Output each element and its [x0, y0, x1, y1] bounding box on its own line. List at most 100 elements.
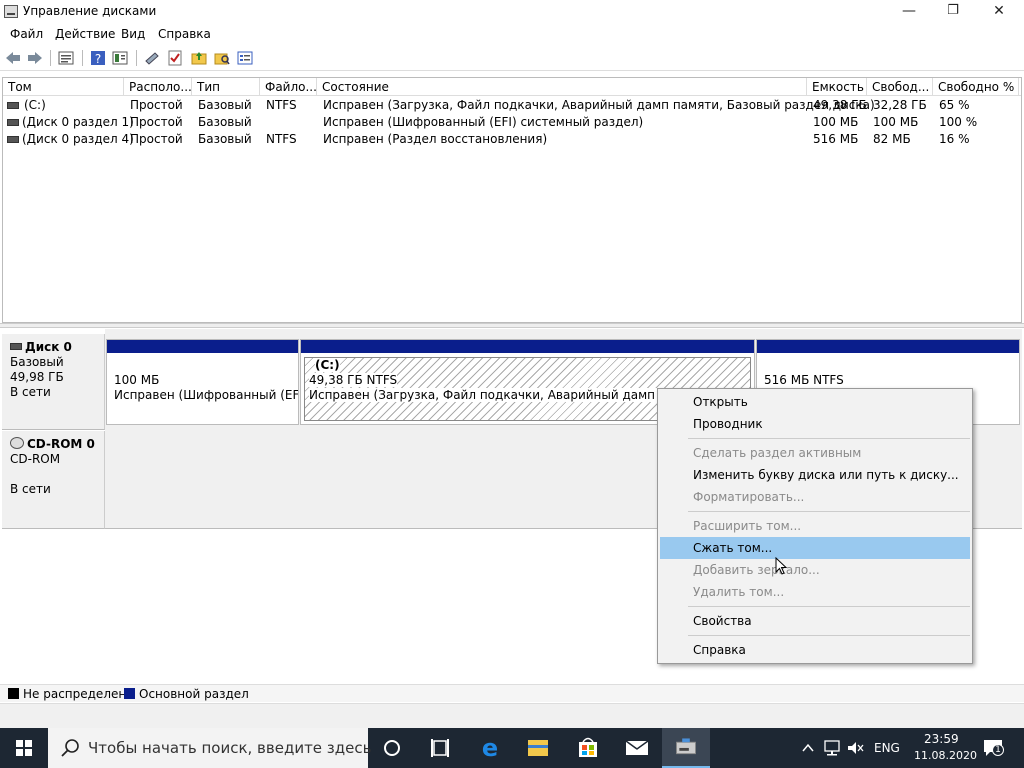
cdrom-0-label[interactable]: CD-ROM 0 CD-ROM В сети [2, 431, 105, 529]
maximize-button[interactable]: ❐ [930, 0, 976, 24]
legend: Не распределена Основной раздел [0, 684, 1024, 702]
network-icon[interactable] [822, 739, 842, 757]
column-header-free-space[interactable]: Свобод... [867, 78, 933, 96]
taskbar: Чтобы начать поиск, введите здесь e ENG … [0, 728, 1024, 768]
task-view-icon[interactable] [416, 728, 464, 768]
cell-percent-free: 16 % [939, 132, 970, 146]
close-button[interactable]: ✕ [976, 0, 1022, 24]
minimize-button[interactable]: — [886, 0, 932, 24]
primary-partition-bar [757, 340, 1019, 353]
file-explorer-icon[interactable] [514, 728, 562, 768]
volume-muted-icon[interactable] [846, 739, 866, 757]
cell-type: Базовый [198, 132, 252, 146]
folder-up-icon[interactable] [190, 49, 208, 67]
disk-management-icon [4, 5, 18, 18]
disk-0-label[interactable]: Диск 0 Базовый 49,98 ГБ В сети [2, 334, 105, 430]
column-header-filesystem[interactable]: Файло... [260, 78, 317, 96]
menu-item-open[interactable]: Открыть [660, 391, 970, 413]
connect-disk-icon[interactable] [143, 49, 161, 67]
partition-c-status: Исправен (Загрузка, Файл подкачки, Авари… [309, 388, 709, 402]
cell-type: Базовый [198, 115, 252, 129]
search-placeholder: Чтобы начать поиск, введите здесь [88, 739, 372, 757]
language-indicator[interactable]: ENG [874, 741, 900, 755]
cell-free-space: 82 МБ [873, 132, 911, 146]
table-row[interactable]: (Диск 0 раздел 1) Простой Базовый Исправ… [3, 114, 1021, 131]
cdrom-0-type: CD-ROM [10, 452, 61, 466]
taskbar-search-box[interactable]: Чтобы начать поиск, введите здесь [48, 728, 372, 768]
store-icon[interactable] [564, 728, 612, 768]
show-hidden-icons-chevron-up-icon[interactable] [800, 740, 816, 756]
column-header-status[interactable]: Состояние [317, 78, 807, 96]
cell-volume: (Диск 0 раздел 4) [22, 132, 134, 146]
cell-percent-free: 100 % [939, 115, 978, 129]
toolbar-separator [50, 50, 51, 66]
column-header-volume[interactable]: Том [3, 78, 124, 96]
menu-separator [688, 635, 970, 636]
cell-type: Базовый [198, 98, 252, 112]
menu-item-add-mirror[interactable]: Добавить зеркало... [660, 559, 970, 581]
disk-0-status: В сети [10, 385, 51, 399]
partition-efi-status: Исправен (Шифрованный (EFI) с [114, 388, 299, 402]
forward-arrow-icon[interactable] [26, 49, 44, 67]
disk-icon [10, 343, 22, 350]
back-arrow-icon[interactable] [4, 49, 22, 67]
partition-recovery-size: 516 МБ NTFS [764, 373, 844, 387]
menu-item-format[interactable]: Форматировать... [660, 486, 970, 508]
menu-separator [688, 511, 970, 512]
windows-start-icon[interactable] [0, 728, 48, 768]
menu-file[interactable]: Файл [10, 27, 43, 41]
settings-list-icon[interactable] [236, 49, 254, 67]
drive-icon [7, 119, 19, 126]
folder-search-icon[interactable] [213, 49, 231, 67]
context-menu: Открыть Проводник Сделать раздел активны… [657, 388, 973, 664]
edge-browser-icon[interactable]: e [466, 728, 514, 768]
column-header-capacity[interactable]: Емкость [807, 78, 867, 96]
help-icon[interactable]: ? [89, 49, 107, 67]
menu-item-extend[interactable]: Расширить том... [660, 515, 970, 537]
partition-c-label: (C:) [315, 358, 340, 372]
menu-action[interactable]: Действие [55, 27, 115, 41]
notification-badge: 1 [992, 744, 1004, 756]
menu-item-explorer[interactable]: Проводник [660, 413, 970, 435]
clock-date[interactable]: 11.08.2020 [914, 749, 977, 762]
menu-item-mark-active[interactable]: Сделать раздел активным [660, 442, 970, 464]
primary-partition-bar [301, 340, 754, 353]
check-icon[interactable] [166, 49, 184, 67]
disk-0-size: 49,98 ГБ [10, 370, 64, 384]
cell-layout: Простой [130, 115, 183, 129]
menu-item-shrink[interactable]: Сжать том... [660, 537, 970, 559]
properties-icon[interactable] [111, 49, 129, 67]
cell-volume: (Диск 0 раздел 1) [22, 115, 134, 129]
menu-item-delete[interactable]: Удалить том... [660, 581, 970, 603]
table-row[interactable]: (Диск 0 раздел 4) Простой Базовый NTFS И… [3, 131, 1021, 148]
clock-time[interactable]: 23:59 [924, 732, 959, 746]
cell-capacity: 49,38 ГБ [813, 98, 867, 112]
title-bar: Управление дисками — ❐ ✕ [0, 0, 1024, 24]
legend-primary: Основной раздел [139, 687, 249, 701]
menu-help[interactable]: Справка [158, 27, 211, 41]
cell-capacity: 100 МБ [813, 115, 859, 129]
action-center-button[interactable]: 1 [982, 738, 1006, 758]
table-row[interactable]: (C:) Простой Базовый NTFS Исправен (Загр… [3, 97, 1021, 114]
column-header-percent-free[interactable]: Свободно % [933, 78, 1019, 96]
partition-c-size: 49,38 ГБ NTFS [309, 373, 398, 387]
column-header-layout[interactable]: Располо... [124, 78, 192, 96]
toolbar-separator [82, 50, 83, 66]
mail-icon[interactable] [613, 728, 661, 768]
list-header: Том Располо... Тип Файло... Состояние Ем… [3, 78, 1021, 96]
cell-free-space: 100 МБ [873, 115, 919, 129]
pane-splitter[interactable] [0, 323, 1024, 328]
menu-view[interactable]: Вид [121, 27, 145, 41]
menu-separator [688, 606, 970, 607]
menu-item-properties[interactable]: Свойства [660, 610, 970, 632]
legend-unallocated: Не распределена [23, 687, 134, 701]
menu-item-change-letter[interactable]: Изменить букву диска или путь к диску... [660, 464, 970, 486]
disk-management-taskbar-icon[interactable] [662, 728, 710, 768]
cell-filesystem: NTFS [266, 132, 297, 146]
cortana-icon[interactable] [368, 728, 416, 768]
disk-0-type: Базовый [10, 355, 64, 369]
list-view-icon[interactable] [57, 49, 75, 67]
partition-efi[interactable]: 100 МБ Исправен (Шифрованный (EFI) с [106, 339, 299, 425]
column-header-type[interactable]: Тип [192, 78, 260, 96]
menu-item-help[interactable]: Справка [660, 639, 970, 661]
